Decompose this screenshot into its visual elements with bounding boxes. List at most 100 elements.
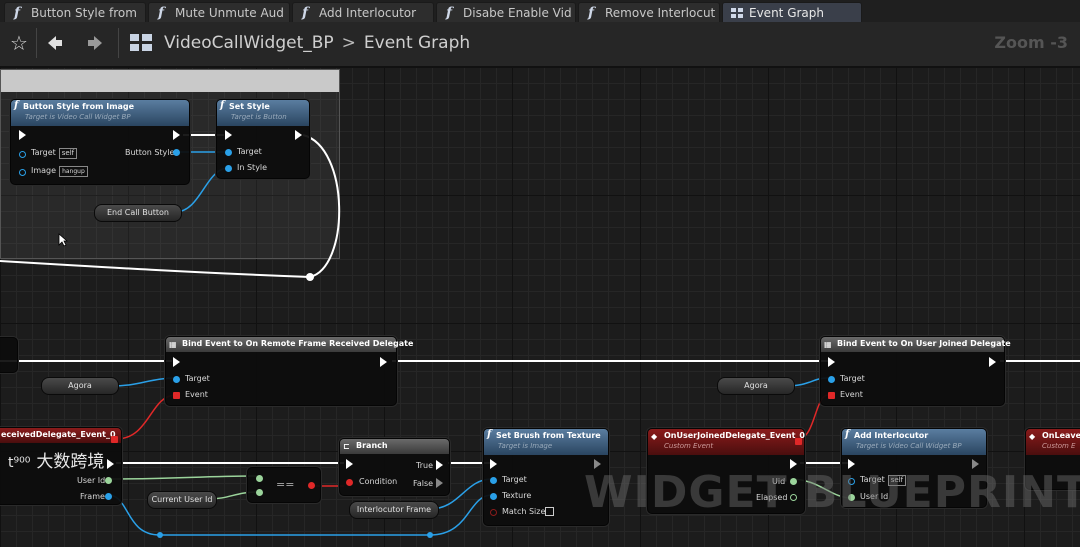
exec-in-pin[interactable] bbox=[346, 459, 353, 469]
image-dropdown[interactable]: hangup bbox=[59, 166, 88, 177]
true-label: True bbox=[416, 461, 433, 470]
tab-label: Button Style from bbox=[31, 6, 137, 20]
match-size-checkbox[interactable] bbox=[545, 507, 554, 516]
node-subtitle: Target is Button bbox=[231, 113, 287, 121]
delegate-icon: ▦ bbox=[824, 339, 832, 349]
node-title: Bind Event to On Remote Frame Received D… bbox=[182, 339, 414, 348]
user-id-pin[interactable] bbox=[105, 477, 112, 484]
delegate-out-pin[interactable] bbox=[111, 436, 118, 443]
image-pin[interactable] bbox=[19, 169, 26, 176]
node-bind-remote-frame[interactable]: ▦ Bind Event to On Remote Frame Received… bbox=[165, 336, 413, 406]
in-style-label: In Style bbox=[237, 163, 268, 172]
interlocutor-frame-variable[interactable]: Interlocutor Frame bbox=[349, 501, 439, 519]
target-pin[interactable] bbox=[490, 477, 497, 484]
user-id-label: User Id bbox=[77, 476, 106, 485]
target-pin[interactable] bbox=[828, 376, 835, 383]
function-icon: f bbox=[845, 429, 850, 440]
node-header: ▦ Bind Event to On User Joined Delegate bbox=[821, 337, 1011, 352]
widget-blueprint-watermark: WIDGET BLUEPRINT bbox=[584, 467, 1080, 518]
event-icon: ◆ bbox=[651, 431, 658, 441]
tab-label: Event Graph bbox=[749, 6, 824, 20]
node-button-style-from-image[interactable]: f Button Style from Image Target is Vide… bbox=[10, 99, 190, 185]
function-icon: f bbox=[302, 5, 309, 21]
node-offscreen-left[interactable] bbox=[0, 337, 18, 373]
target-pin[interactable] bbox=[173, 376, 180, 383]
graph-icon bbox=[128, 30, 154, 56]
node-title: Set Style bbox=[229, 102, 270, 111]
graph-canvas[interactable]: f Button Style from Image Target is Vide… bbox=[0, 67, 1080, 547]
exec-in-pin[interactable] bbox=[828, 357, 835, 367]
event-pin[interactable] bbox=[173, 392, 180, 399]
frame-label: Frame bbox=[80, 492, 105, 501]
exec-out-pin[interactable] bbox=[173, 130, 180, 140]
exec-in-pin[interactable] bbox=[225, 130, 232, 140]
match-size-pin[interactable] bbox=[490, 509, 497, 516]
exec-out-pin[interactable] bbox=[989, 357, 996, 367]
in-style-pin[interactable] bbox=[225, 165, 232, 172]
exec-in-pin[interactable] bbox=[490, 459, 497, 469]
true-exec-pin[interactable] bbox=[436, 460, 443, 470]
function-icon: f bbox=[14, 100, 19, 111]
tab-remove-interlocut[interactable]: f Remove Interlocut bbox=[578, 2, 720, 22]
target-label: Target bbox=[840, 374, 865, 383]
exec-out-pin[interactable] bbox=[107, 459, 114, 469]
breadcrumb-blueprint[interactable]: VideoCallWidget_BP bbox=[164, 33, 334, 53]
target-pin[interactable] bbox=[225, 149, 232, 156]
a-pin[interactable] bbox=[256, 475, 263, 482]
target-pin[interactable] bbox=[19, 151, 26, 158]
agora-variable[interactable]: Agora bbox=[41, 377, 119, 395]
mouse-cursor-icon bbox=[58, 233, 68, 247]
breadcrumb-graph[interactable]: Event Graph bbox=[364, 33, 470, 53]
variable-label: Interlocutor Frame bbox=[356, 505, 432, 514]
variable-label: Agora bbox=[68, 381, 92, 390]
event-pin[interactable] bbox=[828, 392, 835, 399]
breadcrumb: VideoCallWidget_BP > Event Graph bbox=[164, 33, 470, 53]
node-title: Branch bbox=[356, 441, 388, 450]
false-exec-pin[interactable] bbox=[436, 478, 443, 488]
node-subtitle: Custom E bbox=[1042, 442, 1076, 450]
tab-label: Remove Interlocut bbox=[605, 6, 716, 20]
node-header: ◆ OnUserJoinedDelegate_Event_0 Custom Ev… bbox=[648, 429, 805, 455]
delegate-out-pin[interactable] bbox=[795, 438, 802, 445]
condition-pin[interactable] bbox=[346, 479, 353, 486]
tab-event-graph[interactable]: Event Graph bbox=[722, 2, 862, 22]
exec-out-pin[interactable] bbox=[295, 130, 302, 140]
node-subtitle: Target is Video Call Widget BP bbox=[25, 113, 131, 121]
forward-arrow-icon[interactable] bbox=[82, 30, 108, 56]
match-size-label: Match Size bbox=[502, 507, 546, 516]
texture-pin[interactable] bbox=[490, 493, 497, 500]
tab-label: Disabe Enable Vid bbox=[463, 6, 572, 20]
end-call-button-variable[interactable]: End Call Button bbox=[94, 204, 182, 222]
node-equals[interactable]: == bbox=[247, 467, 321, 503]
target-label: Target bbox=[185, 374, 210, 383]
node-bind-user-joined[interactable]: ▦ Bind Event to On User Joined Delegate … bbox=[820, 336, 1011, 406]
b-pin[interactable] bbox=[256, 489, 263, 496]
breadcrumb-separator: > bbox=[341, 33, 356, 53]
node-title: eceivedDelegate_Event_0 bbox=[1, 430, 116, 439]
graph-toolbar: ☆ VideoCallWidget_BP > Event Graph Zoom -3 bbox=[0, 22, 1080, 67]
tab-label: Add Interlocutor bbox=[319, 6, 417, 20]
tab-add-interlocutor[interactable]: f Add Interlocutor bbox=[292, 2, 434, 22]
function-icon: f bbox=[487, 429, 492, 440]
node-set-style[interactable]: f Set Style Target is Button Target In S… bbox=[216, 99, 310, 179]
tab-disabe-enable-vid[interactable]: f Disabe Enable Vid bbox=[436, 2, 576, 22]
back-arrow-icon[interactable] bbox=[42, 30, 68, 56]
node-header: f Set Style Target is Button bbox=[217, 100, 309, 126]
tab-mute-unmute-aud[interactable]: f Mute Unmute Aud bbox=[148, 2, 290, 22]
target-label: Target bbox=[237, 147, 262, 156]
target-label: Target self bbox=[31, 148, 78, 159]
tab-button-style-from[interactable]: f Button Style from bbox=[4, 2, 146, 22]
current-user-id-variable[interactable]: Current User Id bbox=[147, 491, 217, 509]
exec-in-pin[interactable] bbox=[173, 357, 180, 367]
exec-in-pin[interactable] bbox=[19, 130, 26, 140]
node-header: eceivedDelegate_Event_0 bbox=[0, 428, 121, 443]
tab-bar: f Button Style from f Mute Unmute Aud f Add… bbox=[0, 0, 1080, 23]
result-pin[interactable] bbox=[308, 482, 315, 489]
button-style-pin[interactable] bbox=[173, 149, 180, 156]
frame-pin[interactable] bbox=[105, 493, 112, 500]
node-branch[interactable]: ⊏ Branch Condition True False bbox=[339, 438, 450, 496]
favorite-star-icon[interactable]: ☆ bbox=[6, 30, 32, 56]
variable-label: End Call Button bbox=[106, 208, 170, 217]
exec-out-pin[interactable] bbox=[380, 357, 387, 367]
agora-variable[interactable]: Agora bbox=[717, 377, 795, 395]
